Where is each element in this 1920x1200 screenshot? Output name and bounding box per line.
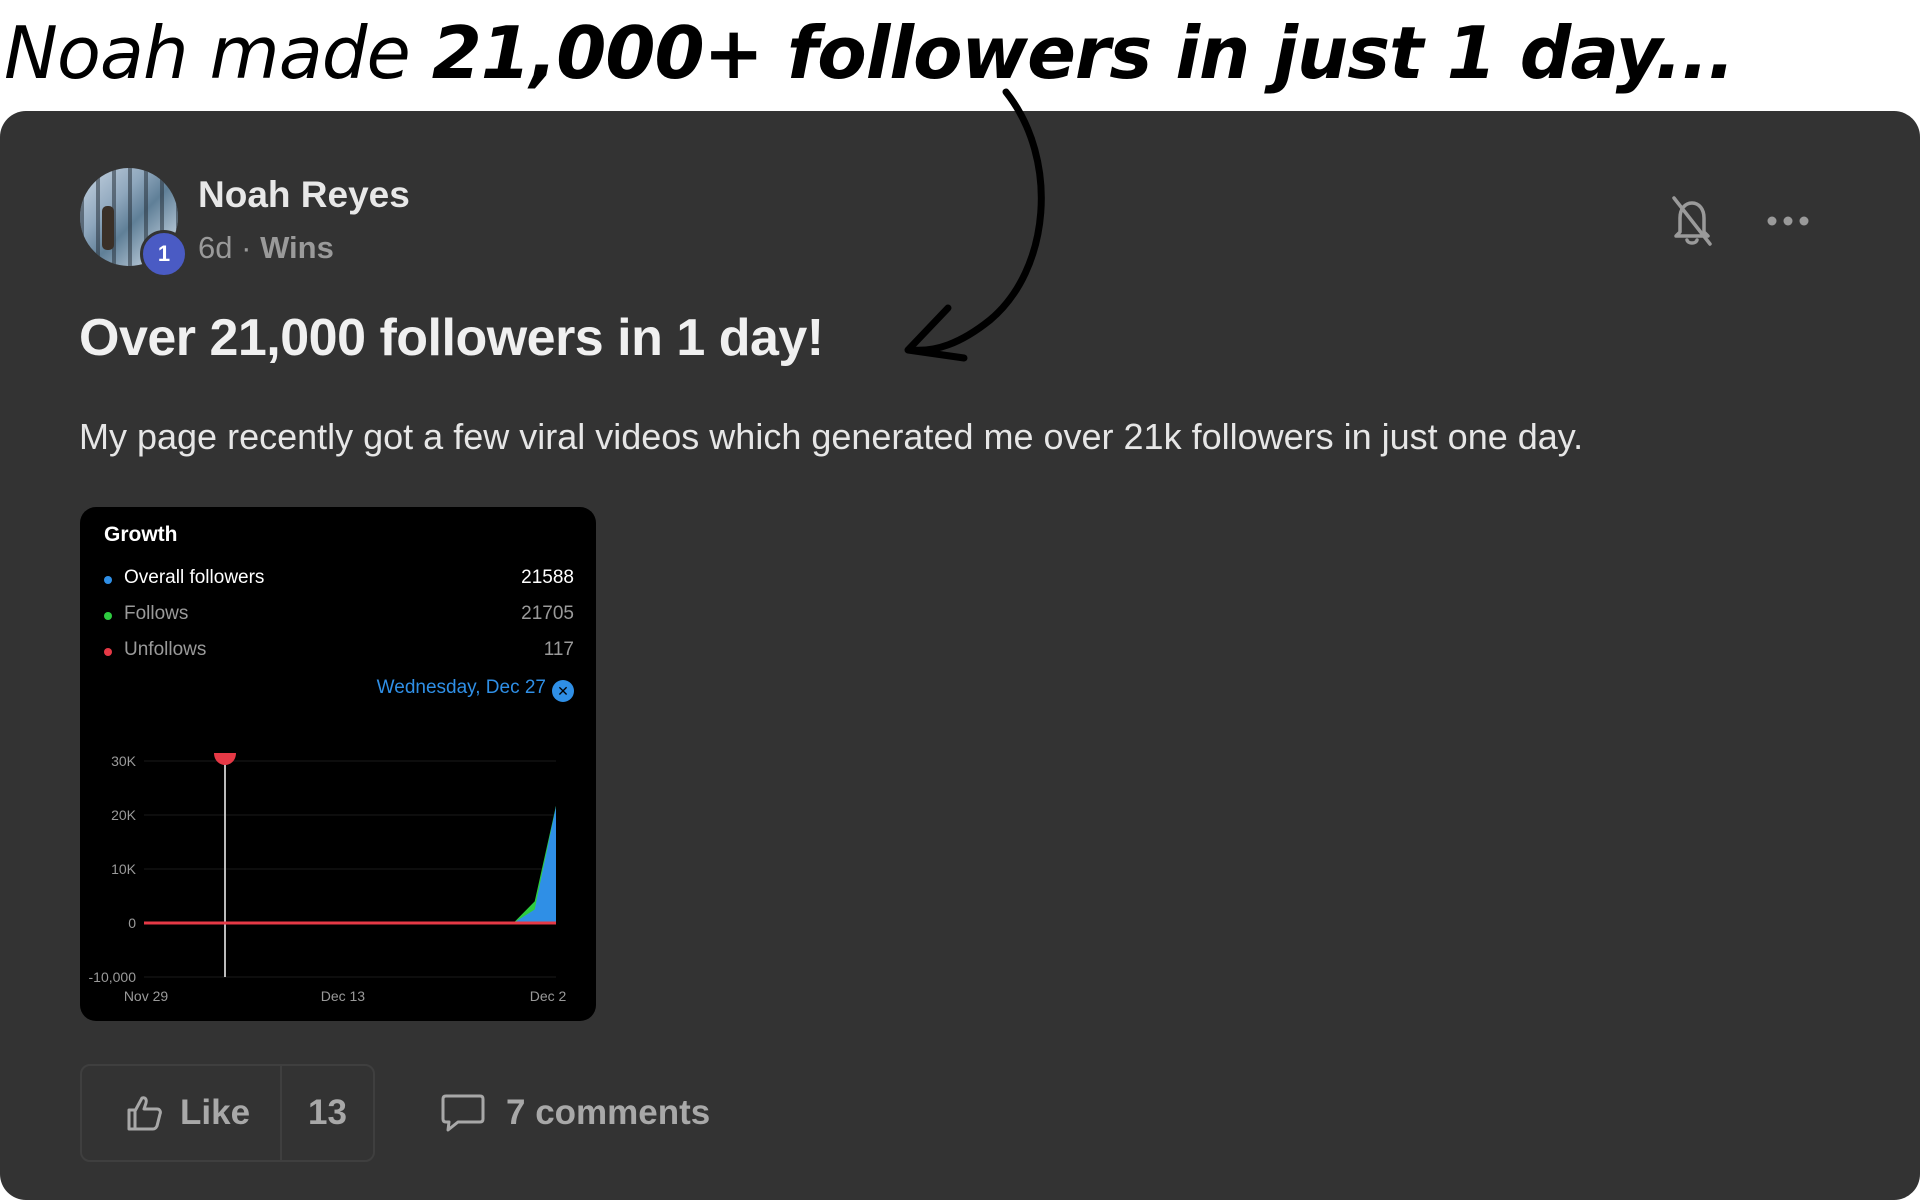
like-count[interactable]: 13 xyxy=(282,1066,373,1160)
y-tick-label: -10,000 xyxy=(89,969,137,985)
post-meta: 6d · Wins xyxy=(198,230,334,266)
post-age: 6d xyxy=(198,230,233,265)
annotation-emphasis: 21,000+ followers in just 1 day... xyxy=(431,11,1735,95)
post-body: My page recently got a few viral videos … xyxy=(79,416,1584,457)
comments-label: 7 comments xyxy=(506,1093,711,1132)
more-horizontal-icon[interactable] xyxy=(1764,210,1812,232)
author-name[interactable]: Noah Reyes xyxy=(198,174,410,216)
chart-plot-area: 30K 20K 10K 0 -10,000 Nov 29 Dec 13 Dec 2 xyxy=(89,753,567,1004)
x-tick-label: Dec 13 xyxy=(321,988,366,1004)
series-area-overall-followers xyxy=(144,806,556,923)
y-tick-label: 20K xyxy=(111,807,137,823)
like-group: Like 13 xyxy=(80,1064,375,1162)
level-badge: 1 xyxy=(140,230,188,278)
annotation-lead: Noah made xyxy=(4,11,432,95)
y-tick-label: 10K xyxy=(111,861,137,877)
cursor-marker xyxy=(214,753,236,765)
thumbs-up-icon xyxy=(127,1096,162,1131)
like-button[interactable]: Like xyxy=(82,1066,282,1160)
x-tick-label: Dec 2 xyxy=(530,988,567,1004)
post-category[interactable]: Wins xyxy=(260,230,334,265)
series-area-follows xyxy=(144,805,556,923)
meta-separator: · xyxy=(241,230,252,265)
bell-off-icon[interactable] xyxy=(1668,194,1716,248)
comments-button[interactable]: 7 comments xyxy=(440,1080,710,1146)
x-tick-label: Nov 29 xyxy=(124,988,169,1004)
growth-chart-image[interactable]: Growth Overall followers 21588 Follows 2… xyxy=(80,507,596,1021)
y-tick-label: 30K xyxy=(111,753,137,769)
post-title: Over 21,000 followers in 1 day! xyxy=(79,309,824,367)
like-label: Like xyxy=(180,1093,251,1132)
comment-bubble-icon xyxy=(441,1094,485,1132)
annotation-headline: Noah made 21,000+ followers in just 1 da… xyxy=(4,8,1904,98)
y-tick-label: 0 xyxy=(128,915,136,931)
